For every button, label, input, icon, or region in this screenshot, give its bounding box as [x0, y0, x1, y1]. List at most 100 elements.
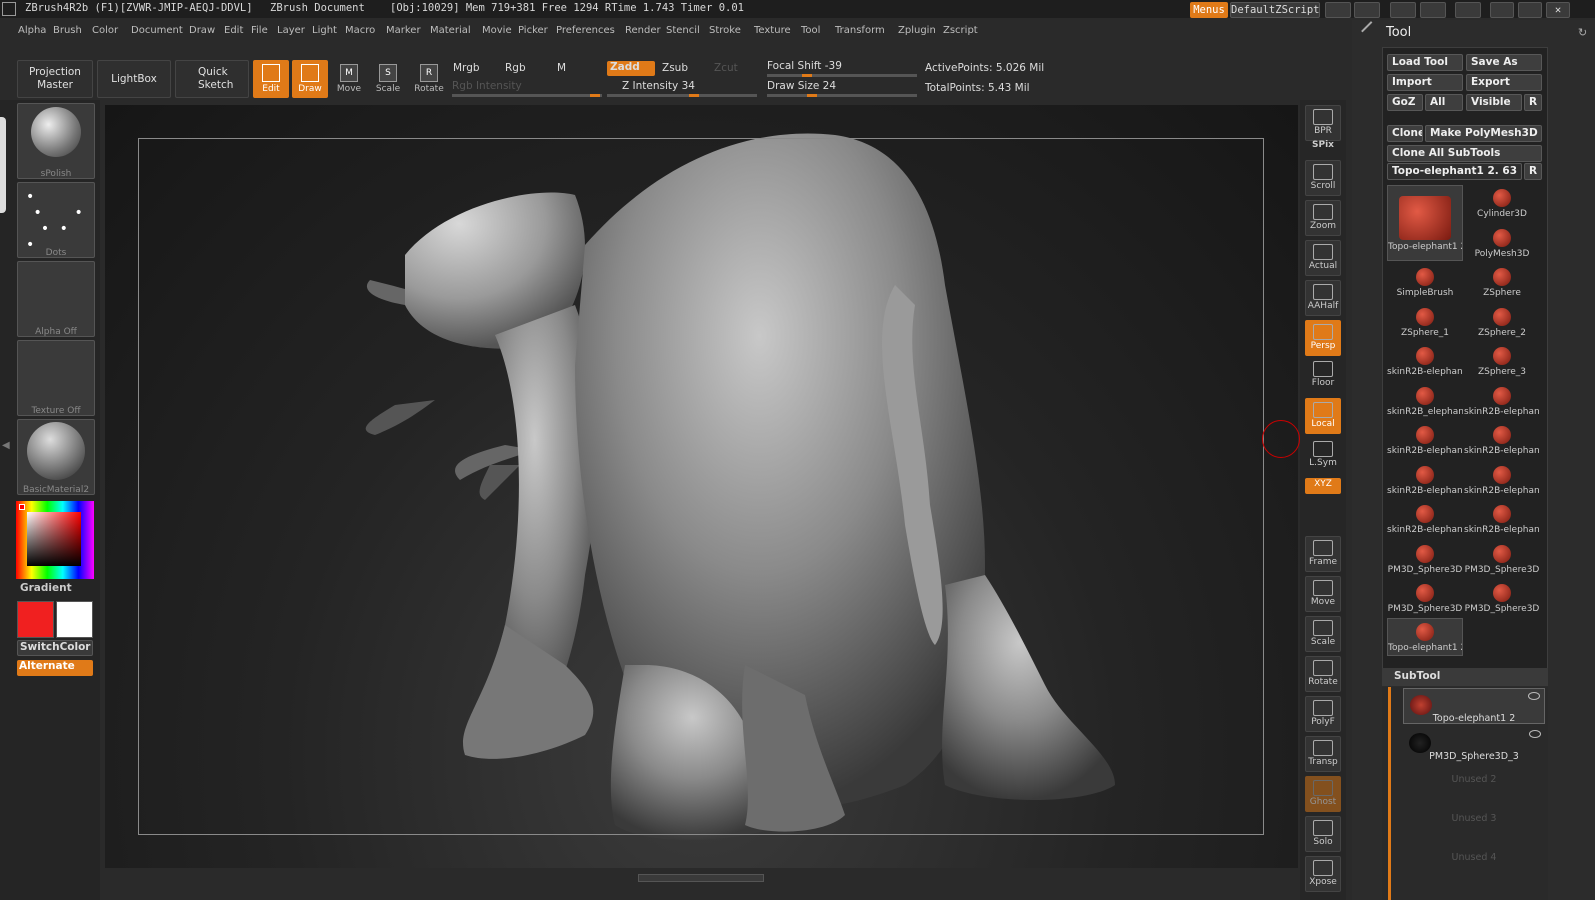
left-collapse-icon[interactable]: ◀	[2, 440, 10, 470]
maximize-icon[interactable]	[1518, 2, 1542, 18]
quick-sketch-button[interactable]: Quick Sketch	[175, 60, 249, 98]
close-icon[interactable]: ✕	[1546, 2, 1570, 18]
tool-item[interactable]: PM3D_Sphere3D	[1464, 580, 1540, 618]
menu-brush[interactable]: Brush	[53, 25, 82, 36]
draw-size-knob[interactable]	[807, 94, 817, 97]
tool-item[interactable]: skinR2B-elephant	[1387, 343, 1463, 381]
spix-button[interactable]: SPix	[1305, 140, 1341, 156]
scroll-button[interactable]: Scroll	[1305, 160, 1341, 196]
menu-stencil[interactable]: Stencil	[666, 25, 700, 36]
polyf-button[interactable]: PolyF	[1305, 696, 1341, 732]
tool-item[interactable]: SimpleBrush	[1387, 264, 1463, 302]
alternate-button[interactable]: Alternate	[17, 660, 93, 676]
texture-selector[interactable]: Texture Off	[17, 340, 95, 416]
tool-item[interactable]: skinR2B-elephant	[1464, 383, 1540, 421]
rgb-intensity-knob[interactable]	[590, 94, 600, 97]
z-intensity-track[interactable]	[607, 94, 757, 97]
lsym-button[interactable]: L.Sym	[1305, 438, 1341, 472]
tool-item[interactable]: PolyMesh3D	[1464, 225, 1540, 263]
color-picker[interactable]	[16, 501, 94, 579]
tool-item[interactable]: ZSphere_3	[1464, 343, 1540, 381]
rgb-intensity-track[interactable]	[452, 94, 602, 97]
subtool-item[interactable]: Topo-elephant1 2	[1403, 688, 1545, 724]
tool-item[interactable]: Cylinder3D	[1464, 185, 1540, 223]
move-button[interactable]: Move	[1305, 576, 1341, 612]
scroll-right-icon[interactable]	[1354, 2, 1380, 18]
draw-size-track[interactable]	[767, 94, 917, 97]
subtool-header[interactable]: SubTool	[1382, 668, 1548, 686]
focal-shift-slider[interactable]: Focal Shift -39	[767, 60, 842, 72]
subtool-item[interactable]: Unused 4	[1403, 844, 1545, 880]
rgb-intensity-slider[interactable]: Rgb Intensity	[452, 80, 522, 92]
layout-alt-icon[interactable]	[1420, 2, 1446, 18]
import-button[interactable]: Import	[1387, 74, 1463, 91]
xyz-button[interactable]: XYZ	[1305, 478, 1341, 494]
tool-item[interactable]: ZSphere	[1464, 264, 1540, 302]
frame-button[interactable]: Frame	[1305, 536, 1341, 572]
m-button[interactable]: M	[557, 62, 566, 74]
tool-item[interactable]: ZSphere_2	[1464, 304, 1540, 342]
subtool-item[interactable]: Unused 2	[1403, 766, 1545, 802]
menu-light[interactable]: Light	[312, 25, 337, 36]
subtool-scrollbar[interactable]	[1388, 687, 1391, 900]
projection-master-button[interactable]: Projection Master	[17, 60, 93, 98]
solo-button[interactable]: Solo	[1305, 816, 1341, 852]
current-tool-slider[interactable]: Topo-elephant1 2. 63	[1387, 163, 1522, 180]
tool-item[interactable]: PM3D_Sphere3D	[1387, 580, 1463, 618]
menu-render[interactable]: Render	[625, 25, 661, 36]
menu-edit[interactable]: Edit	[224, 25, 243, 36]
lock-icon[interactable]	[1455, 2, 1481, 18]
scale-button[interactable]: Scale	[1305, 616, 1341, 652]
focal-shift-knob[interactable]	[802, 74, 812, 77]
brush-selector[interactable]: sPolish	[17, 103, 95, 179]
tool-item[interactable]: skinR2B-elephant	[1387, 422, 1463, 460]
draw-size-slider[interactable]: Draw Size 24	[767, 80, 836, 92]
menu-stroke[interactable]: Stroke	[709, 25, 741, 36]
left-tray-handle[interactable]	[0, 117, 6, 213]
menu-document[interactable]: Document	[131, 25, 183, 36]
tool-item[interactable]: PM3D_Sphere3D	[1387, 541, 1463, 579]
floor-button[interactable]: Floor	[1305, 358, 1341, 392]
ghost-button[interactable]: Ghost	[1305, 776, 1341, 812]
persp-button[interactable]: Persp	[1305, 320, 1341, 356]
tool-item[interactable]: skinR2B-elephant	[1387, 462, 1463, 500]
secondary-color-swatch[interactable]	[56, 601, 93, 638]
switch-color-button[interactable]: SwitchColor	[17, 640, 93, 656]
bpr-button[interactable]: BPR	[1305, 105, 1341, 141]
xpose-button[interactable]: Xpose	[1305, 856, 1341, 892]
mrgb-button[interactable]: Mrgb	[453, 62, 480, 74]
menu-layer[interactable]: Layer	[277, 25, 305, 36]
material-selector[interactable]: BasicMaterial2	[17, 419, 95, 495]
tool-item[interactable]: skinR2B-elephant	[1464, 462, 1540, 500]
menu-zplugin[interactable]: Zplugin	[898, 25, 936, 36]
edit-button[interactable]: Edit	[253, 60, 289, 98]
tool-item[interactable]: skinR2B-elephant	[1387, 501, 1463, 539]
refresh-icon[interactable]: ↻	[1578, 26, 1587, 39]
z-intensity-slider[interactable]: Z Intensity 34	[622, 80, 695, 92]
subtool-item[interactable]: PM3D_Sphere3D_3	[1403, 727, 1545, 763]
tool-item[interactable]: PM3D_Sphere3D	[1464, 541, 1540, 579]
zcut-button[interactable]: Zcut	[714, 62, 738, 74]
save-as-button[interactable]: Save As	[1466, 54, 1542, 71]
menus-button[interactable]: Menus	[1190, 2, 1228, 18]
load-tool-button[interactable]: Load Tool	[1387, 54, 1463, 71]
menu-texture[interactable]: Texture	[754, 25, 791, 36]
zoom-button[interactable]: Zoom	[1305, 200, 1341, 236]
export-button[interactable]: Export	[1466, 74, 1542, 91]
bottom-tray-handle[interactable]	[638, 874, 764, 882]
zsub-button[interactable]: Zsub	[662, 62, 688, 74]
color-square[interactable]	[27, 512, 81, 566]
local-button[interactable]: Local	[1305, 398, 1341, 434]
rotate-button[interactable]: R Rotate	[411, 60, 447, 98]
aahalf-button[interactable]: AAHalf	[1305, 280, 1341, 316]
rotate-button[interactable]: Rotate	[1305, 656, 1341, 692]
menu-color[interactable]: Color	[92, 25, 118, 36]
tool-item[interactable]: skinR2B_elephant	[1387, 383, 1463, 421]
menu-transform[interactable]: Transform	[835, 25, 885, 36]
draw-button[interactable]: Draw	[292, 60, 328, 98]
menu-draw[interactable]: Draw	[189, 25, 215, 36]
menu-preferences[interactable]: Preferences	[556, 25, 615, 36]
stroke-selector[interactable]: • • • • • • Dots	[17, 182, 95, 258]
menu-file[interactable]: File	[251, 25, 268, 36]
transp-button[interactable]: Transp	[1305, 736, 1341, 772]
